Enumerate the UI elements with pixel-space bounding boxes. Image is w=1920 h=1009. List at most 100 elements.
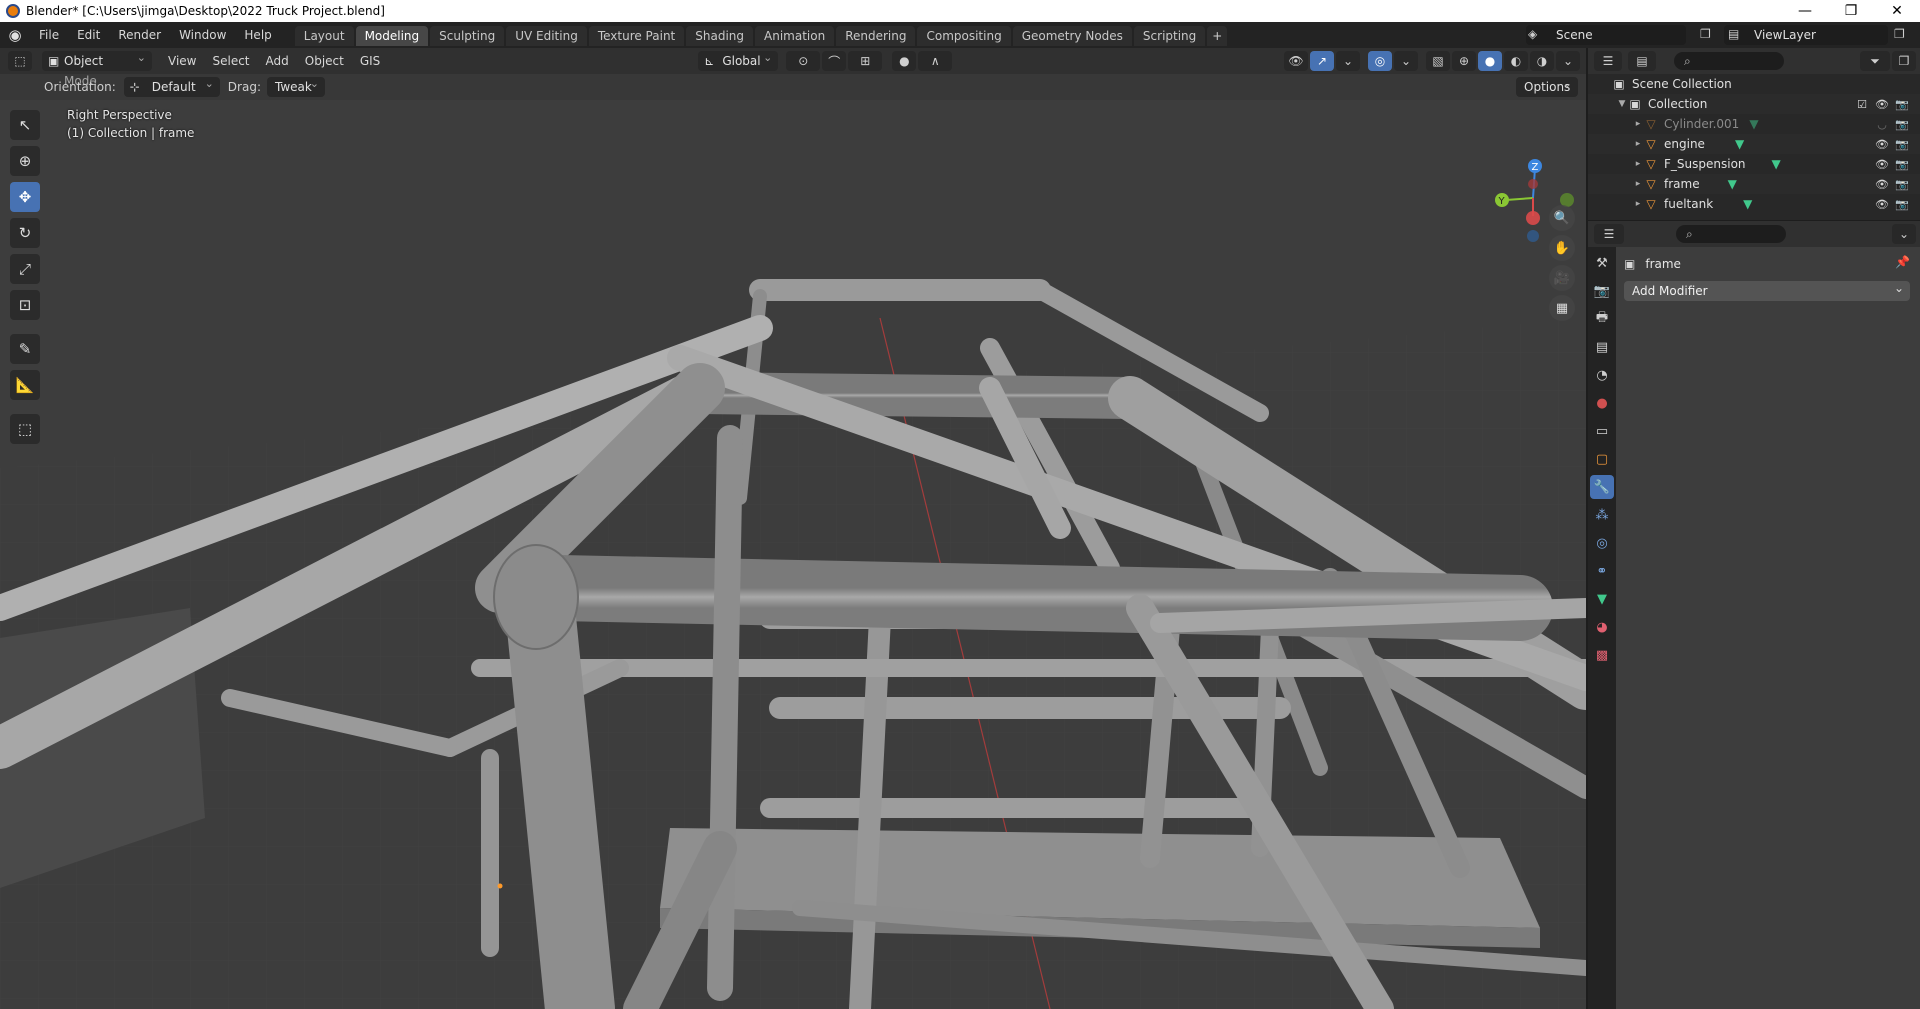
new-collection-icon[interactable]: ❐ bbox=[1892, 51, 1916, 71]
outliner-search-input[interactable]: ⌕ bbox=[1674, 52, 1784, 70]
collection-render-icon[interactable]: 📷 bbox=[1892, 98, 1912, 111]
blender-logo-icon[interactable]: ◉ bbox=[0, 22, 30, 48]
constraints-tab-icon[interactable]: ⚭ bbox=[1590, 559, 1614, 583]
outliner-collection[interactable]: ▼ ▣ Collection ☑ 👁 📷 bbox=[1588, 94, 1920, 114]
measure-tool-icon[interactable]: 📐 bbox=[10, 370, 40, 400]
outliner-editor-type-icon[interactable]: ☰ bbox=[1594, 51, 1622, 71]
proportional-edit-icon[interactable]: ● bbox=[892, 51, 917, 71]
new-scene-icon[interactable]: ❐ bbox=[1700, 27, 1711, 41]
camera-view-icon[interactable]: 🎥 bbox=[1549, 265, 1575, 291]
menu-window[interactable]: Window bbox=[170, 22, 235, 48]
maximize-button[interactable]: ❐ bbox=[1828, 0, 1874, 22]
rotate-tool-icon[interactable]: ↻ bbox=[10, 218, 40, 248]
editor-type-icon[interactable]: ⬚ bbox=[8, 51, 32, 71]
transform-tool-icon[interactable]: ⊡ bbox=[10, 290, 40, 320]
tab-modeling[interactable]: Modeling bbox=[355, 26, 429, 46]
orientation-default-dropdown[interactable]: ⊹ Default bbox=[123, 74, 220, 97]
expand-icon[interactable]: ▸ bbox=[1632, 119, 1644, 129]
cursor-tool-icon[interactable]: ⊕ bbox=[10, 146, 40, 176]
outliner-item-engine[interactable]: ▸ ▽ engine ▼ 👁 📷 bbox=[1588, 134, 1920, 154]
add-workspace-button[interactable]: + bbox=[1207, 26, 1228, 46]
tab-animation[interactable]: Animation bbox=[755, 26, 835, 46]
properties-options-icon[interactable]: ⌄ bbox=[1892, 224, 1916, 244]
snap-target-icon[interactable]: ⊞ bbox=[848, 51, 883, 71]
expand-icon[interactable]: ▸ bbox=[1632, 199, 1644, 209]
pan-hand-icon[interactable]: ✋ bbox=[1549, 235, 1575, 261]
properties-search-input[interactable]: ⌕ bbox=[1676, 225, 1786, 243]
mode-dropdown[interactable]: ▣ Object Mode bbox=[42, 48, 152, 88]
tab-rendering[interactable]: Rendering bbox=[836, 26, 916, 46]
render-icon[interactable]: 📷 bbox=[1892, 158, 1912, 171]
minimize-button[interactable]: — bbox=[1782, 0, 1828, 22]
outliner-item-cylinder[interactable]: ▸ ▽ Cylinder.001 ▼ ◡ 📷 bbox=[1588, 114, 1920, 134]
physics-tab-icon[interactable]: ◎ bbox=[1590, 531, 1614, 555]
tab-sculpting[interactable]: Sculpting bbox=[430, 26, 505, 46]
world-tab-icon[interactable]: ● bbox=[1590, 391, 1614, 415]
pin-icon[interactable]: 📌 bbox=[1895, 255, 1910, 269]
collection-checkbox-icon[interactable]: ☑ bbox=[1852, 98, 1872, 111]
render-icon[interactable]: 📷 bbox=[1892, 198, 1912, 211]
viewport-menu-select[interactable]: Select bbox=[204, 54, 257, 68]
material-tab-icon[interactable]: ◕ bbox=[1590, 615, 1614, 639]
snap-icon[interactable]: ⌒ bbox=[822, 51, 847, 71]
tab-uv-editing[interactable]: UV Editing bbox=[506, 26, 587, 46]
overlay-toggle-icon[interactable]: ◎ bbox=[1368, 51, 1392, 71]
scale-tool-icon[interactable]: ⤢ bbox=[10, 254, 40, 284]
data-tab-icon[interactable]: ▼ bbox=[1590, 587, 1614, 611]
visibility-icon[interactable]: 👁 bbox=[1284, 51, 1308, 71]
tab-shading[interactable]: Shading bbox=[686, 26, 753, 46]
xray-toggle-icon[interactable]: ▧ bbox=[1426, 51, 1450, 71]
tab-layout[interactable]: Layout bbox=[294, 26, 354, 46]
scene-tab-icon[interactable]: ◔ bbox=[1590, 363, 1614, 387]
tab-geometry-nodes[interactable]: Geometry Nodes bbox=[1012, 26, 1132, 46]
tab-compositing[interactable]: Compositing bbox=[917, 26, 1011, 46]
display-mode-icon[interactable]: ▤ bbox=[1628, 51, 1656, 71]
viewport-menu-add[interactable]: Add bbox=[258, 54, 297, 68]
collection-expand-icon[interactable]: ▼ bbox=[1616, 99, 1628, 109]
menu-edit[interactable]: Edit bbox=[68, 22, 109, 48]
texture-tab-icon[interactable]: ▩ bbox=[1590, 643, 1614, 667]
properties-editor-type-icon[interactable]: ☰ bbox=[1594, 224, 1624, 244]
render-icon[interactable]: 📷 bbox=[1892, 138, 1912, 151]
filter-icon[interactable]: ⏷ bbox=[1860, 51, 1890, 71]
expand-icon[interactable]: ▸ bbox=[1632, 179, 1644, 189]
menu-file[interactable]: File bbox=[30, 22, 68, 48]
collection-visibility-icon[interactable]: 👁 bbox=[1872, 98, 1892, 111]
menu-render[interactable]: Render bbox=[109, 22, 170, 48]
outliner-item-frame[interactable]: ▸ ▽ frame ▼ 👁 📷 bbox=[1588, 174, 1920, 194]
drag-dropdown[interactable]: Tweak bbox=[266, 74, 325, 97]
viewport-menu-gis[interactable]: GIS bbox=[352, 54, 388, 68]
gizmo-dropdown-icon[interactable]: ⌄ bbox=[1336, 51, 1360, 71]
view-layer-tab-icon[interactable]: ▤ bbox=[1590, 335, 1614, 359]
annotate-tool-icon[interactable]: ✎ bbox=[10, 334, 40, 364]
modifier-tab-icon[interactable]: 🔧 bbox=[1590, 475, 1614, 499]
pivot-point-icon[interactable]: ⊙ bbox=[786, 51, 821, 71]
render-tab-icon[interactable]: 📷 bbox=[1590, 279, 1614, 303]
outliner-item-fueltank[interactable]: ▸ ▽ fueltank ▼ 👁 📷 bbox=[1588, 194, 1920, 214]
scene-selector[interactable]: Scene bbox=[1526, 25, 1686, 45]
tab-scripting[interactable]: Scripting bbox=[1133, 26, 1206, 46]
add-cube-tool-icon[interactable]: ⬚ bbox=[10, 414, 40, 444]
outliner-scene-collection[interactable]: ▣ Scene Collection bbox=[1588, 74, 1920, 94]
collection-tab-icon[interactable]: ▭ bbox=[1590, 419, 1614, 443]
visibility-hidden-icon[interactable]: ◡ bbox=[1872, 118, 1892, 131]
view-layer-selector[interactable]: ViewLayer bbox=[1724, 25, 1888, 45]
particles-tab-icon[interactable]: ⁂ bbox=[1590, 503, 1614, 527]
visibility-icon[interactable]: 👁 bbox=[1872, 198, 1892, 211]
render-icon[interactable]: 📷 bbox=[1892, 178, 1912, 191]
render-icon[interactable]: 📷 bbox=[1892, 118, 1912, 131]
visibility-icon[interactable]: 👁 bbox=[1872, 178, 1892, 191]
visibility-icon[interactable]: 👁 bbox=[1872, 138, 1892, 151]
close-button[interactable]: ✕ bbox=[1874, 0, 1920, 22]
tool-tab-icon[interactable]: ⚒ bbox=[1590, 251, 1614, 275]
transform-orientation-dropdown[interactable]: ⊾ Global bbox=[698, 48, 779, 71]
gizmo-toggle-icon[interactable]: ↗ bbox=[1310, 51, 1334, 71]
expand-icon[interactable]: ▸ bbox=[1632, 159, 1644, 169]
menu-help[interactable]: Help bbox=[235, 22, 280, 48]
viewport-menu-view[interactable]: View bbox=[160, 54, 204, 68]
perspective-toggle-icon[interactable]: ▦ bbox=[1549, 295, 1575, 321]
add-modifier-dropdown[interactable]: Add Modifier bbox=[1624, 278, 1910, 301]
zoom-icon[interactable]: 🔍 bbox=[1549, 205, 1575, 231]
outliner-item-f-suspension[interactable]: ▸ ▽ F_Suspension ▼ 👁 📷 bbox=[1588, 154, 1920, 174]
object-tab-icon[interactable]: ▢ bbox=[1590, 447, 1614, 471]
